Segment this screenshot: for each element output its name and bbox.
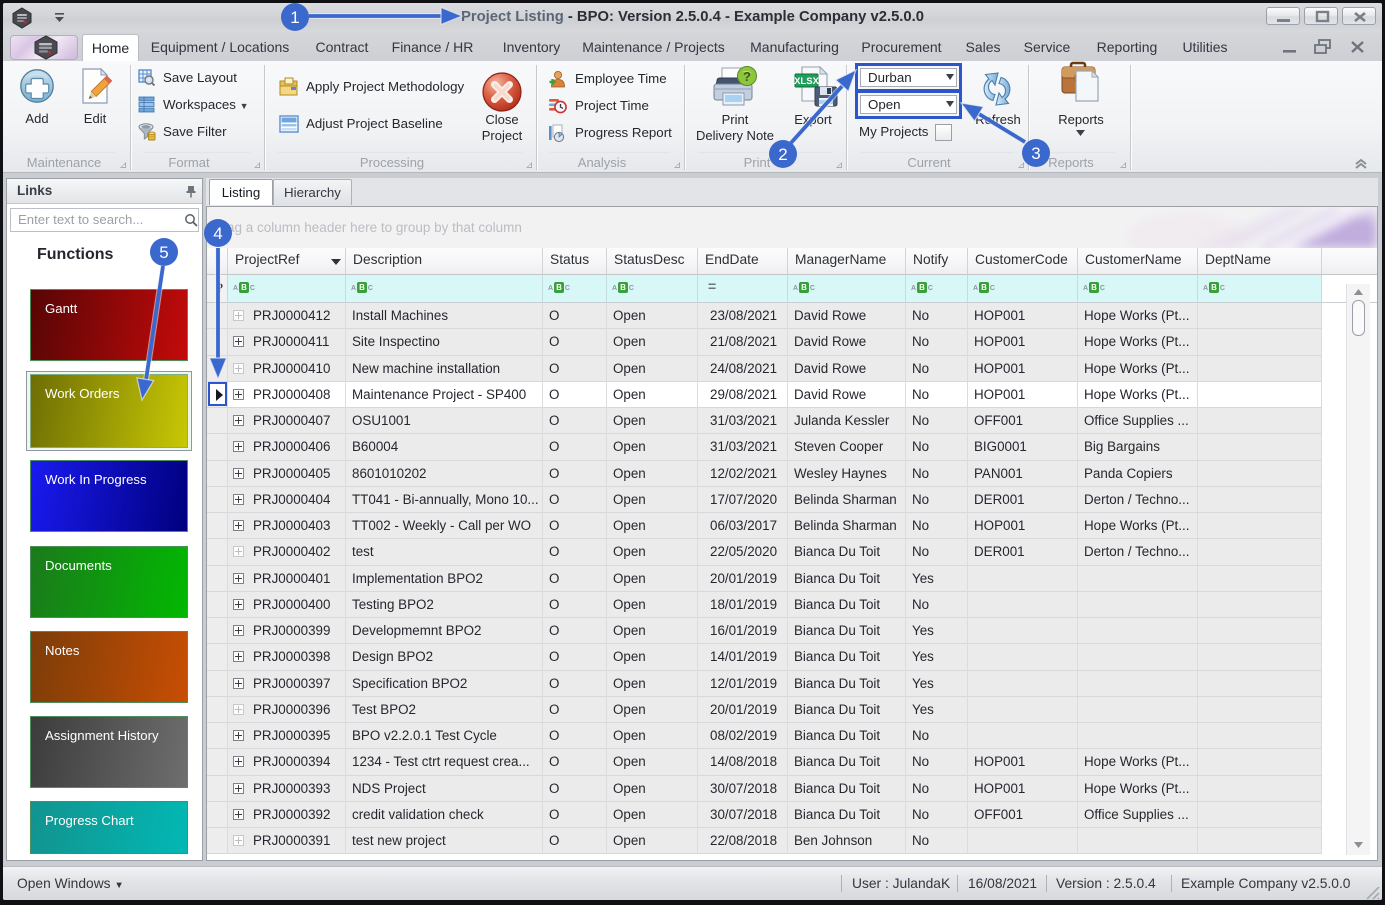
svg-text:XLSX: XLSX [794,76,819,87]
svg-text:?: ? [743,69,751,84]
